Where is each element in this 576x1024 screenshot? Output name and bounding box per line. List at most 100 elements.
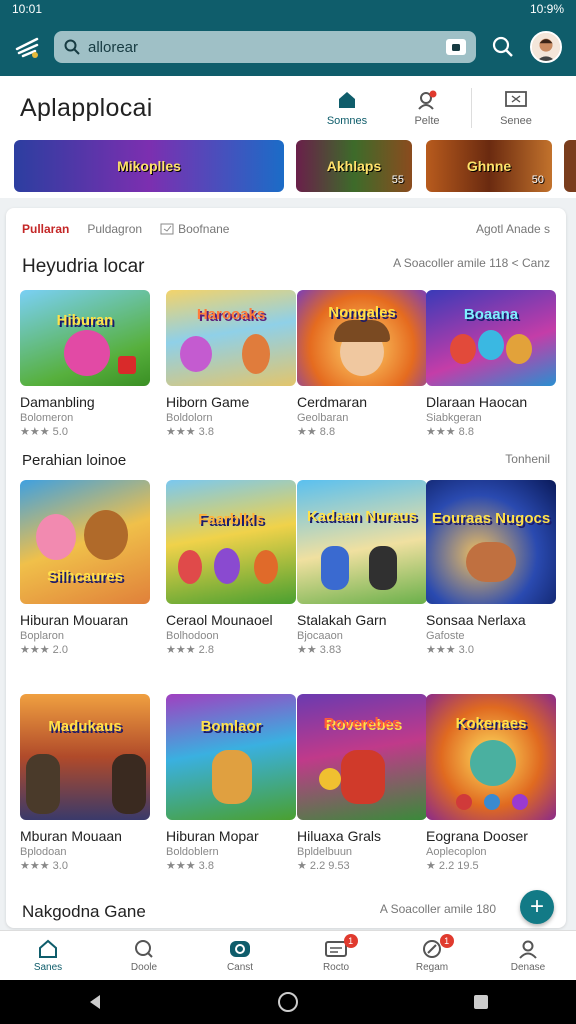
- section-meta[interactable]: A Soacoller amile 118 < Canz: [393, 256, 550, 270]
- status-battery: 10:9%: [529, 2, 564, 16]
- gamepad-icon: [230, 940, 250, 957]
- section-title: Perahian loinoe: [22, 452, 127, 469]
- app-header: Aplapplocai Somnes Pelte Senee: [0, 76, 576, 140]
- system-navigation: [0, 980, 576, 1024]
- nav-item-games[interactable]: Sanes: [0, 931, 96, 980]
- banner-item[interactable]: Mikoplles: [14, 140, 284, 192]
- game-rating: ★★ 8.8: [297, 426, 336, 438]
- game-developer: Bolomeron: [20, 412, 74, 424]
- back-icon[interactable]: [86, 993, 104, 1011]
- game-rating: ★★★ 8.8: [426, 426, 474, 438]
- search-icon[interactable]: [488, 32, 518, 62]
- game-tile[interactable]: Eouraas Nugocs Sonsaa Nerlaxa Gafoste ★★…: [426, 480, 556, 656]
- home-icon: [339, 92, 355, 108]
- game-name: Hiburan Mopar: [166, 828, 259, 844]
- game-tile[interactable]: Kadaan Nuraus Stalakah Garn Bjocaaon ★★ …: [297, 480, 427, 656]
- tab-games[interactable]: Somnes: [307, 76, 387, 140]
- game-thumbnail: Boaana: [426, 290, 556, 386]
- home-circle-icon[interactable]: [277, 991, 299, 1013]
- game-name: Hiborn Game: [166, 394, 250, 410]
- game-tile[interactable]: Boaana Dlaraan Haocan Siabkgeran ★★★ 8.8: [426, 290, 556, 438]
- nav-item-play[interactable]: Canst: [192, 931, 288, 980]
- game-thumbnail: Silhcaures: [20, 480, 150, 604]
- game-tile[interactable]: Silhcaures Hiburan Mouaran Boplaron ★★★ …: [20, 480, 150, 656]
- search-bar[interactable]: allorear: [54, 31, 476, 63]
- top-bar: allorear: [0, 18, 576, 76]
- content-card: Pullaran Puldagron Boofnane Agotl Anade …: [6, 208, 566, 928]
- game-name: Stalakah Garn: [297, 612, 387, 628]
- game-developer: Bolhodoon: [166, 630, 219, 642]
- search-input[interactable]: allorear: [88, 39, 438, 56]
- screen-icon: [505, 91, 527, 107]
- divider: [471, 88, 472, 128]
- game-rating: ★★★ 2.8: [166, 644, 214, 656]
- game-tile[interactable]: Bomlaor Hiburan Mopar Boldoblern ★★★ 3.8: [166, 694, 296, 872]
- search-icon: [64, 39, 80, 55]
- game-tile[interactable]: Kokenaes Eograna Dooser Aoplecoplon ★ 2.…: [426, 694, 556, 872]
- game-name: Cerdmaran: [297, 394, 368, 410]
- filter-icon: [160, 223, 174, 235]
- notification-badge: 1: [439, 934, 454, 948]
- game-developer: Siabkgeran: [426, 412, 482, 424]
- game-rating: ★ 2.2 19.5: [426, 860, 479, 872]
- banner-carousel: Mikoplles Akhlaps 55 Ghnne 50: [0, 140, 576, 198]
- game-name: Sonsaa Nerlaxa: [426, 612, 526, 628]
- add-button[interactable]: +: [520, 890, 554, 924]
- game-name: Dlaraan Haocan: [426, 394, 528, 410]
- camera-icon[interactable]: [446, 39, 466, 55]
- game-thumbnail: Nongales: [297, 290, 427, 386]
- nav-item-profile[interactable]: Denase: [480, 931, 576, 980]
- search-chat-icon: [135, 939, 153, 958]
- game-rating: ★★★ 3.0: [426, 644, 474, 656]
- status-bar: 10:01 10:9%: [0, 0, 576, 18]
- avatar[interactable]: [530, 31, 562, 63]
- tab-screen[interactable]: Senee: [476, 76, 556, 140]
- game-tile[interactable]: Madukaus Mburan Mouaan Bplodoan ★★★ 3.0: [20, 694, 150, 872]
- filter-tab-1[interactable]: Pullaran: [22, 222, 69, 236]
- section-meta[interactable]: A Soacoller amile 180: [380, 902, 496, 916]
- banner-item[interactable]: Akhlaps 55: [296, 140, 412, 192]
- game-thumbnail: Faarblkls: [166, 480, 296, 604]
- filter-right-label[interactable]: Agotl Anade s: [476, 222, 550, 236]
- game-tile[interactable]: Nongales Cerdmaran Geolbaran ★★ 8.8: [297, 290, 427, 438]
- game-developer: Gafoste: [426, 630, 465, 642]
- banner-item[interactable]: [564, 140, 576, 192]
- section-title: Heyudria locar: [22, 256, 145, 277]
- game-rating: ★★★ 3.0: [20, 860, 68, 872]
- game-rating: ★ 2.2 9.53: [297, 860, 350, 872]
- game-thumbnail: Madukaus: [20, 694, 150, 820]
- game-developer: Bjocaaon: [297, 630, 343, 642]
- game-thumbnail: Roverebes: [297, 694, 427, 820]
- nav-item-search[interactable]: Doole: [96, 931, 192, 980]
- banner-item[interactable]: Ghnne 50: [426, 140, 552, 192]
- game-tile[interactable]: Harooaks Hiborn Game Boldolorn ★★★ 3.8: [166, 290, 296, 438]
- filter-tab-2[interactable]: Puldagron: [87, 222, 142, 236]
- game-rating: ★★★ 3.8: [166, 860, 214, 872]
- nav-item-explore[interactable]: Regam 1: [384, 931, 480, 980]
- game-name: Hiburan Mouaran: [20, 612, 129, 628]
- notification-badge: 1: [343, 934, 358, 948]
- game-rating: ★★ 3.83: [297, 644, 342, 656]
- game-thumbnail: Kadaan Nuraus: [297, 480, 427, 604]
- tab-label: Pelte: [414, 115, 440, 127]
- game-thumbnail: Kokenaes: [426, 694, 556, 820]
- game-developer: Boldoblern: [166, 846, 219, 858]
- app-logo-icon[interactable]: [14, 33, 42, 61]
- filter-tab-3[interactable]: Boofnane: [160, 222, 229, 236]
- section-title: Nakgodna Gane: [22, 902, 146, 921]
- game-developer: Boldolorn: [166, 412, 213, 424]
- recents-icon[interactable]: [472, 993, 490, 1011]
- game-name: Hiluaxa Grals: [297, 828, 382, 844]
- game-tile[interactable]: Faarblkls Ceraol Mounaoel Bolhodoon ★★★ …: [166, 480, 296, 656]
- tab-people[interactable]: Pelte: [387, 76, 467, 140]
- section-meta[interactable]: Tonhenil: [505, 452, 550, 466]
- game-tile[interactable]: Hiburan Damanbling Bolomeron ★★★ 5.0: [20, 290, 150, 438]
- game-developer: Bpldelbuun: [297, 846, 353, 858]
- bottom-navigation: Sanes Doole Canst Rocto 1 Regam 1 Denase: [0, 930, 576, 980]
- game-developer: Boplaron: [20, 630, 65, 642]
- game-developer: Aoplecoplon: [426, 846, 487, 858]
- game-tile[interactable]: Roverebes Hiluaxa Grals Bpldelbuun ★ 2.2…: [297, 694, 427, 872]
- nav-item-inbox[interactable]: Rocto 1: [288, 931, 384, 980]
- game-rating: ★★★ 5.0: [20, 426, 68, 438]
- page-title: Aplapplocai: [20, 93, 153, 122]
